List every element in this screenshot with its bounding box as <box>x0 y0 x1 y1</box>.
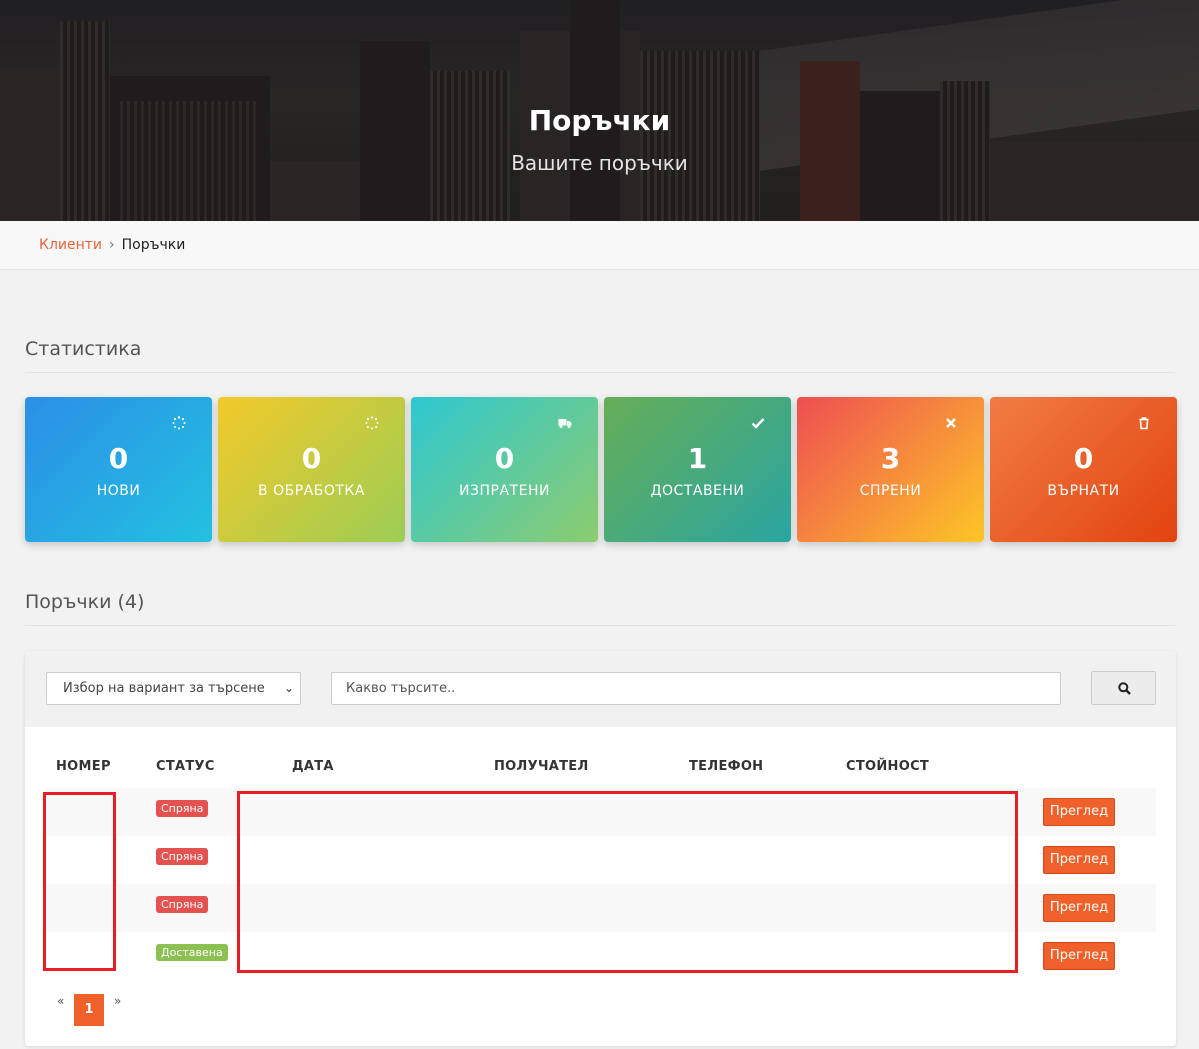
search-option-label: Избор на вариант за търсене <box>63 681 265 696</box>
column-header-date: ДАТА <box>292 759 334 774</box>
view-button[interactable]: Преглед <box>1043 942 1115 970</box>
column-header-number: НОМЕР <box>56 759 111 774</box>
stat-value: 0 <box>1073 442 1094 475</box>
status-badge: Доставена <box>156 944 228 961</box>
orders-panel: Избор на вариант за търсене ⌄ НОМЕР СТАТ… <box>25 651 1176 1046</box>
view-button[interactable]: Преглед <box>1043 846 1115 874</box>
search-button[interactable] <box>1091 671 1156 705</box>
breadcrumb-current: Поръчки <box>121 237 186 253</box>
spinner-icon <box>172 416 186 430</box>
spinner-icon <box>365 416 379 430</box>
check-icon <box>751 418 765 429</box>
stat-label: ДОСТАВЕНИ <box>650 483 745 499</box>
stat-value: 0 <box>108 442 129 475</box>
view-button[interactable]: Преглед <box>1043 798 1115 826</box>
stat-value: 1 <box>687 442 708 475</box>
view-button[interactable]: Преглед <box>1043 894 1115 922</box>
orders-heading: Поръчки (4) <box>25 591 1175 626</box>
trash-icon <box>1139 417 1149 430</box>
column-header-recipient: ПОЛУЧАТЕЛ <box>494 759 589 774</box>
stat-card-stopped[interactable]: 3 СПРЕНИ <box>797 397 984 542</box>
status-badge: Спряна <box>156 800 209 817</box>
stat-card-shipped[interactable]: 0 ИЗПРАТЕНИ <box>411 397 598 542</box>
search-icon <box>1118 682 1131 695</box>
statistics-heading: Статистика <box>25 338 1175 373</box>
stat-label: НОВИ <box>96 483 141 499</box>
stat-value: 0 <box>301 442 322 475</box>
redaction-box-number <box>43 792 116 971</box>
stat-value: 0 <box>494 442 515 475</box>
stat-value: 3 <box>880 442 901 475</box>
redaction-box-details <box>237 791 1018 973</box>
hero-banner: Поръчки Вашите поръчки <box>0 0 1199 221</box>
search-toolbar: Избор на вариант за търсене ⌄ <box>25 651 1176 727</box>
pagination-prev[interactable]: « <box>57 994 64 1008</box>
stat-card-returned[interactable]: 0 ВЪРНАТИ <box>990 397 1177 542</box>
stat-card-processing[interactable]: 0 В ОБРАБОТКА <box>218 397 405 542</box>
breadcrumb: Клиенти › Поръчки <box>0 221 1199 270</box>
column-header-phone: ТЕЛЕФОН <box>689 759 764 774</box>
pagination-next[interactable]: » <box>114 994 121 1008</box>
status-badge: Спряна <box>156 896 209 913</box>
page-subtitle: Вашите поръчки <box>511 151 688 175</box>
column-header-status: СТАТУС <box>156 759 215 774</box>
status-badge: Спряна <box>156 848 209 865</box>
page-title: Поръчки <box>528 104 671 137</box>
truck-icon <box>558 419 572 428</box>
pagination-page-1[interactable]: 1 <box>74 994 104 1026</box>
stat-label: ИЗПРАТЕНИ <box>459 483 550 499</box>
search-input[interactable] <box>331 672 1061 705</box>
stat-label: СПРЕНИ <box>859 483 922 499</box>
chevron-right-icon: › <box>109 237 115 253</box>
column-header-value: СТОЙНОСТ <box>846 759 930 774</box>
chevron-down-icon: ⌄ <box>283 681 294 695</box>
stat-card-delivered[interactable]: 1 ДОСТАВЕНИ <box>604 397 791 542</box>
close-icon <box>946 418 956 428</box>
search-option-select[interactable]: Избор на вариант за търсене ⌄ <box>46 672 301 705</box>
stat-card-new[interactable]: 0 НОВИ <box>25 397 212 542</box>
stat-label: ВЪРНАТИ <box>1047 483 1120 499</box>
breadcrumb-link-clients[interactable]: Клиенти <box>39 237 102 253</box>
stat-label: В ОБРАБОТКА <box>258 483 365 499</box>
